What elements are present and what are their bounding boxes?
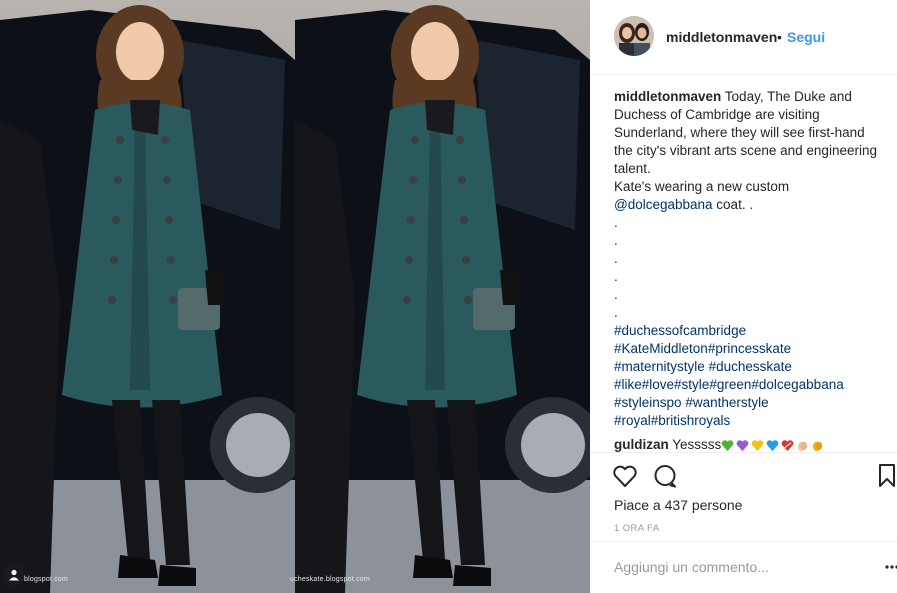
comment-emojis <box>721 439 824 452</box>
comment-text: Yesssss <box>672 437 722 452</box>
hashtag-link[interactable]: #duchessofcambridge <box>614 323 746 338</box>
post-caption: middletonmaven Today, The Duke and Duche… <box>614 88 882 430</box>
caption-text-2: Kate's wearing a new custom <box>614 179 793 194</box>
hashtag-link[interactable]: #green <box>709 377 751 392</box>
comment-username[interactable]: guldizan <box>614 437 669 452</box>
photo-credit-left: blogspot.com <box>24 576 69 583</box>
follow-button[interactable]: Segui <box>787 29 825 45</box>
green-heart-icon <box>721 440 734 452</box>
tagged-user-button[interactable] <box>3 564 25 586</box>
add-comment-bar <box>590 541 897 589</box>
caption-dot-line: . <box>614 215 618 230</box>
photo-credit-right: ucheskate.blogspot.com <box>290 576 370 583</box>
caption-dot-line: . <box>614 305 618 320</box>
more-icon[interactable] <box>884 562 897 572</box>
post-actions: Piace a 437 persone 1 ORA FA <box>590 452 897 588</box>
hashtag-link[interactable]: #royal <box>614 413 651 428</box>
hashtag-line: #styleinspo #wantherstyle <box>614 394 882 412</box>
person-icon <box>9 569 19 581</box>
hashtag-line: #royal#britishroyals <box>614 412 882 430</box>
yellow-heart-icon <box>751 440 764 452</box>
header-separator: • <box>777 29 782 45</box>
post-side-panel: middletonmaven • Segui middletonmaven To… <box>590 0 897 593</box>
caption-dot-line: . <box>614 251 618 266</box>
caption-dot-line: . <box>614 287 618 302</box>
hashtag-lines: #duchessofcambridge #KateMiddleton#princ… <box>614 322 882 430</box>
hashtag-line: #KateMiddleton#princesskate <box>614 340 882 358</box>
avatar[interactable] <box>614 16 654 56</box>
caption-line-2: Kate's wearing a new custom @dolcegabban… <box>614 178 882 214</box>
clapping-hands-icon <box>813 441 823 452</box>
caption-username[interactable]: middletonmaven <box>614 89 721 104</box>
purple-heart-icon <box>736 440 749 452</box>
hashtag-link[interactable]: #dolcegabbana <box>751 377 843 392</box>
caption-dot-line: . <box>614 233 618 248</box>
comments-list[interactable]: middletonmaven Today, The Duke and Duche… <box>614 88 882 452</box>
hashtag-line: #maternitystyle #duchesskate <box>614 358 882 376</box>
hashtag-line: #like#love#style#green#dolcegabbana <box>614 376 882 394</box>
header-username[interactable]: middletonmaven <box>666 29 777 45</box>
heart-with-ribbon-icon <box>781 440 794 452</box>
comment-icon[interactable] <box>652 463 678 489</box>
post-photo[interactable]: blogspot.com ucheskate.blogspot.com <box>0 0 590 593</box>
hashtag-link[interactable]: #wantherstyle <box>685 395 768 410</box>
hashtag-link[interactable]: #princesskate <box>708 341 791 356</box>
hashtag-link[interactable]: #like <box>614 377 642 392</box>
hashtag-link[interactable]: #KateMiddleton <box>614 341 708 356</box>
clapping-hands-icon <box>798 441 808 452</box>
hashtag-link[interactable]: #style <box>674 377 709 392</box>
hashtag-link[interactable]: #duchesskate <box>709 359 792 374</box>
avatar-image <box>614 16 654 56</box>
caption-text-3: coat. . <box>712 197 754 212</box>
post-header: middletonmaven • Segui <box>590 0 897 75</box>
caption-dot-line: . <box>614 269 618 284</box>
blue-heart-icon <box>766 440 779 452</box>
photo-illustration-right <box>295 0 590 593</box>
mention-link[interactable]: @dolcegabbana <box>614 197 713 212</box>
heart-icon[interactable] <box>612 463 638 489</box>
bookmark-icon[interactable] <box>878 463 896 489</box>
post-timestamp[interactable]: 1 ORA FA <box>614 523 659 534</box>
hashtag-link[interactable]: #britishroyals <box>651 413 731 428</box>
photo-right-half <box>295 0 590 593</box>
hashtag-link[interactable]: #love <box>642 377 674 392</box>
likes-count[interactable]: Piace a 437 persone <box>614 497 742 513</box>
comment-item: guldizan Yesssss <box>614 436 882 452</box>
comment-input[interactable] <box>614 556 854 578</box>
photo-illustration-left <box>0 0 295 593</box>
hashtag-line: #duchessofcambridge <box>614 322 882 340</box>
caption-main: middletonmaven Today, The Duke and Duche… <box>614 88 882 178</box>
hashtag-link[interactable]: #maternitystyle <box>614 359 705 374</box>
hashtag-link[interactable]: #styleinspo <box>614 395 682 410</box>
photo-left-half: blogspot.com <box>0 0 295 593</box>
